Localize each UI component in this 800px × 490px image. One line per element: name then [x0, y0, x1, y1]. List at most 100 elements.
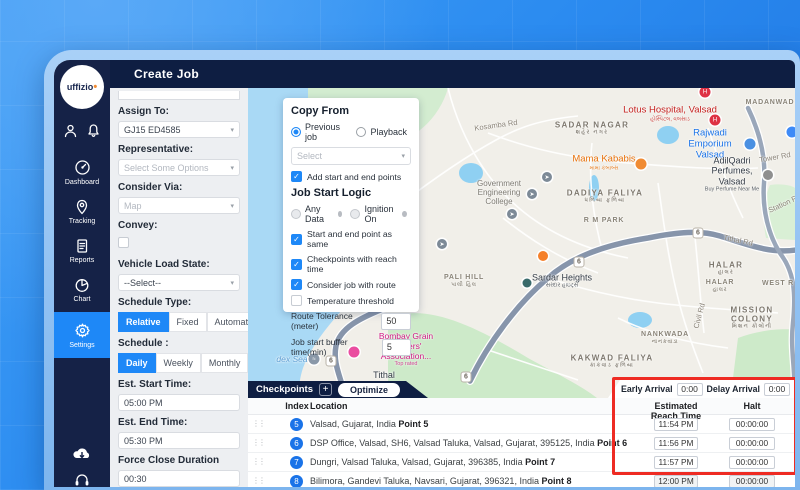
index-badge: 8	[290, 475, 303, 488]
reach-time-input[interactable]: 11:54 PM	[654, 418, 698, 431]
add-points-checkbox[interactable]: ✓ Add start and end points	[291, 171, 411, 182]
segment-relative[interactable]: Relative	[118, 312, 169, 332]
radio-any-data[interactable]	[291, 209, 301, 219]
location-text: DSP Office, Valsad, SH6, Valsad Taluka, …	[310, 438, 627, 448]
route-shield-badge: 6	[693, 228, 704, 239]
bell-icon[interactable]	[86, 123, 101, 138]
segment-weekly[interactable]: Weekly	[156, 353, 201, 373]
field-checkbox[interactable]	[118, 237, 129, 248]
early-arrival-input[interactable]: 0:00	[677, 383, 703, 396]
route-shield-badge: 6	[574, 257, 585, 268]
sidebar-item-settings[interactable]: Settings	[54, 312, 110, 358]
logic-checkbox-row[interactable]: ✓Start and end point as same	[291, 229, 411, 249]
field-select[interactable]: GJ15 ED4585▾	[118, 121, 240, 138]
cart-marker-icon[interactable]	[787, 127, 796, 138]
map-label: Lotus Hospital, Valsadહોસ્પિટલ, વલસાડ	[623, 105, 717, 122]
form-field: Assign To:GJ15 ED4585▾	[118, 106, 240, 138]
sidebar-item-dashboard[interactable]: Dashboard	[54, 152, 110, 192]
drag-handle-icon[interactable]: ⋮⋮	[252, 419, 264, 428]
sidebar-item-chart[interactable]: Chart	[54, 270, 110, 309]
field-select[interactable]: Select Some Options▾	[118, 159, 240, 176]
brand-logo[interactable]: uffizio•	[60, 65, 104, 109]
field-label: Schedule Type:	[118, 297, 240, 308]
reach-time-input[interactable]: 11:57 PM	[654, 456, 698, 469]
transit-marker-icon[interactable]: ➤	[527, 189, 537, 199]
field-select[interactable]: --Select--▾	[118, 274, 240, 291]
hospital-marker-icon[interactable]: H	[710, 115, 721, 126]
field-input[interactable]: 05:30 PM	[118, 432, 240, 449]
halt-input[interactable]: 00:00:00	[729, 437, 775, 450]
table-row[interactable]: ⋮⋮5Valsad, Gujarat, India Point 511:54 P…	[248, 415, 795, 434]
shop-marker-icon[interactable]	[745, 139, 756, 150]
radio-playback[interactable]	[356, 127, 366, 137]
reach-time-input[interactable]: 11:56 PM	[654, 437, 698, 450]
halt-input[interactable]: 00:00:00	[729, 456, 775, 469]
page-title: Create Job	[134, 67, 199, 81]
segment-fixed[interactable]: Fixed	[169, 312, 207, 332]
chevron-down-icon: ▾	[230, 279, 234, 287]
restaurant-marker-icon[interactable]	[636, 159, 647, 170]
place-marker-icon[interactable]	[538, 251, 548, 261]
table-row[interactable]: ⋮⋮7Dungri, Valsad Taluka, Valsad, Gujara…	[248, 453, 795, 472]
logic-checkbox-row[interactable]: ✓Checkpoints with reach time	[291, 254, 411, 274]
map-label: R M PARK	[584, 217, 625, 225]
logic-checkbox-row[interactable]: ✓Consider job with route	[291, 279, 411, 290]
transit-marker-icon[interactable]: ➤	[542, 172, 552, 182]
status-dot-icon	[338, 211, 343, 217]
sidebar-item-tracking[interactable]: Tracking	[54, 192, 110, 231]
sidebar-item-reports[interactable]: Reports	[54, 231, 110, 270]
sidebar: uffizio• Dashboard Tracking Reports ChartSe…	[54, 60, 110, 487]
map-label: Tithal	[373, 370, 395, 380]
segment-automatic[interactable]: Automatic	[207, 312, 248, 332]
logic-checkbox-row[interactable]: Temperature threshold	[291, 295, 411, 306]
route-tolerance-input[interactable]: 50	[381, 313, 411, 330]
radio-ignition-on[interactable]	[350, 209, 360, 219]
segment-daily[interactable]: Daily	[118, 353, 156, 373]
user-icon[interactable]	[63, 123, 78, 138]
table-row[interactable]: ⋮⋮ 8 Bilimora, Gandevi Taluka, Navsari, Gu…	[248, 472, 795, 487]
radio-previous-job[interactable]	[291, 127, 301, 137]
cloud-download-icon[interactable]	[71, 445, 93, 461]
pin-marker-icon[interactable]	[523, 279, 532, 288]
sidebar-item-label: Dashboard	[65, 179, 99, 186]
segment-monthly[interactable]: Monthly	[201, 353, 248, 373]
scrolled-input[interactable]	[118, 91, 240, 100]
drag-handle-icon[interactable]: ⋮⋮	[252, 476, 264, 485]
chevron-down-icon: ▾	[230, 164, 234, 172]
delay-arrival-input[interactable]: 0:00	[764, 383, 790, 396]
copy-from-select[interactable]: Select▾	[291, 147, 411, 165]
index-badge: 6	[290, 437, 303, 450]
form-field: Vehicle Load State: --Select--▾	[118, 259, 240, 291]
route-shield-badge: 6	[461, 372, 472, 383]
optimize-button[interactable]: Optimize	[338, 383, 400, 397]
sidebar-item-label: Reports	[70, 257, 95, 264]
checkpoints-table: Index Location Estimated Reach Time Halt…	[248, 398, 795, 487]
drag-handle-icon[interactable]: ⋮⋮	[252, 457, 264, 466]
buffer-time-input[interactable]: 5	[382, 339, 411, 356]
table-row[interactable]: ⋮⋮ 6 DSP Office, Valsad, SH6, Valsad Taluk…	[248, 434, 795, 453]
transit-marker-icon[interactable]: ➤	[507, 209, 517, 219]
index-badge: 7	[290, 456, 303, 469]
field-label: Vehicle Load State:	[118, 259, 240, 270]
drag-handle-icon[interactable]: ⋮⋮	[252, 438, 264, 447]
reports-doc-icon	[74, 238, 90, 254]
field-input[interactable]: 05:00 PM	[118, 394, 240, 411]
form-field: Convey:	[118, 220, 240, 253]
form-field: Schedule :DailyWeeklyMonthly	[118, 338, 240, 373]
buffer-time-row: Job start buffer time(min) 5	[291, 337, 411, 357]
reach-time-input[interactable]: 12:00 PM	[654, 475, 698, 488]
field-label: Est. Start Time:	[118, 379, 240, 390]
field-label: Est. End Time:	[118, 417, 240, 428]
headset-icon[interactable]	[73, 473, 91, 487]
halt-input[interactable]: 00:00:00	[729, 418, 775, 431]
field-select[interactable]: Map▾	[118, 197, 240, 214]
building-marker-icon[interactable]	[763, 170, 773, 180]
map-label: HALARહાલર	[709, 260, 744, 276]
radio-label: Playback	[370, 127, 407, 137]
location-text: Valsad, Gujarat, India Point 5	[310, 419, 428, 429]
field-input[interactable]: 00:30	[118, 470, 240, 487]
halt-input[interactable]: 00:00:00	[729, 475, 775, 488]
add-checkpoint-button[interactable]: +	[319, 383, 332, 396]
transit-marker-icon[interactable]: ➤	[437, 239, 447, 249]
location-text: Bilimora, Gandevi Taluka, Navsari, Gujar…	[310, 476, 571, 486]
